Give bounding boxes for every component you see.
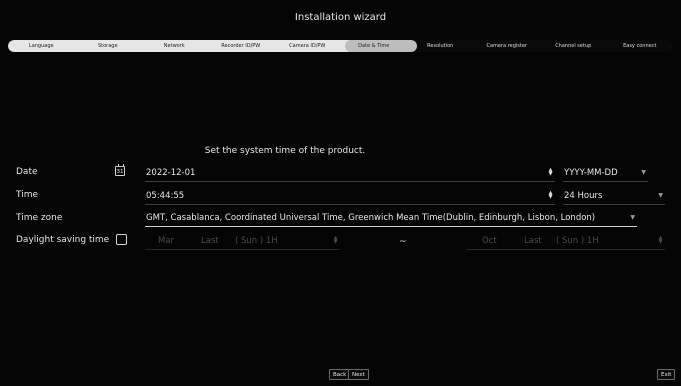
spinner-icon: ▲ ▼ [658,235,663,245]
chevron-down-icon: ▼ [641,169,646,176]
dst-checkbox[interactable] [116,234,127,245]
dst-end-day: ( Sun ) 1H [556,236,599,246]
chevron-down-icon: ▼ [630,214,635,221]
spinner-icon: ▲ ▼ [333,235,338,245]
step-storage[interactable]: Storage [75,40,142,52]
next-button[interactable]: Next [348,369,369,380]
dst-end-week: Last [524,236,542,246]
dst-label: Daylight saving time [16,235,110,245]
date-value: 2022-12-01 [146,168,196,178]
date-format-value: YYYY-MM-DD [564,168,618,178]
time-label: Time [16,190,39,200]
time-value: 05:44:55 [146,191,185,201]
date-label: Date [16,167,38,177]
time-format-select[interactable]: 24 Hours ▼ [563,189,665,205]
step-recorder-id-pw[interactable]: Recorder ID/PW [208,40,275,52]
step-resolution[interactable]: Resolution [407,40,474,52]
dst-start-day: ( Sun ) 1H [235,236,278,246]
timezone-value: GMT, Casablanca, Coordinated Universal T… [146,213,596,223]
page-title: Installation wizard [294,12,387,23]
spinner-icon[interactable]: ▲ ▼ [548,168,553,177]
step-language[interactable]: Language [8,40,75,52]
dst-end-field: Oct Last ( Sun ) 1H ▲ ▼ [466,234,665,250]
step-channel-setup[interactable]: Channel setup [540,40,607,52]
step-easy-connect[interactable]: Easy connect [607,40,674,52]
spinner-icon[interactable]: ▲ ▼ [548,191,553,200]
wizard-stepper: Language Storage Network Recorder ID/PW … [8,40,673,52]
calendar-icon[interactable]: 31 [115,164,125,176]
dst-start-field: Mar Last ( Sun ) 1H ▲ ▼ [145,234,340,250]
chevron-down-icon: ▼ [658,192,663,199]
dst-start-month: Mar [158,236,175,246]
dst-start-week: Last [201,236,219,246]
date-format-select[interactable]: YYYY-MM-DD ▼ [563,166,648,182]
time-field[interactable]: 05:44:55 ▲ ▼ [145,189,555,205]
time-format-value: 24 Hours [564,191,603,201]
date-field[interactable]: 2022-12-01 ▲ ▼ [145,166,555,182]
dst-separator: ~ [399,237,407,247]
step-camera-id-pw[interactable]: Camera ID/PW [274,40,341,52]
instruction-text: Set the system time of the product. [204,146,366,156]
step-camera-register[interactable]: Camera register [474,40,541,52]
step-network[interactable]: Network [141,40,208,52]
exit-button[interactable]: Exit [657,369,676,380]
timezone-select[interactable]: GMT, Casablanca, Coordinated Universal T… [145,211,637,227]
dst-end-month: Oct [482,236,497,246]
timezone-label: Time zone [16,213,63,223]
step-date-time[interactable]: Date & Time [341,40,408,52]
